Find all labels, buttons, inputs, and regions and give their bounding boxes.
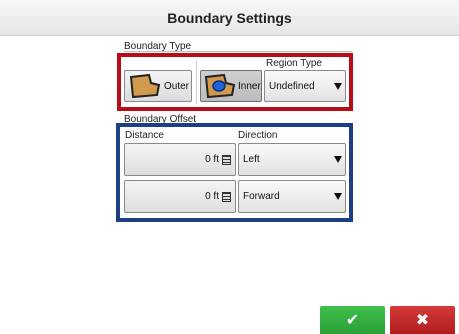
- direction-header: Direction: [238, 130, 278, 141]
- chevron-down-icon: [334, 82, 342, 90]
- direction-select-1[interactable]: Left: [238, 143, 346, 176]
- inner-button-label: Inner: [238, 80, 261, 92]
- ok-button[interactable]: ✔: [320, 306, 385, 334]
- boundary-type-divider: [124, 51, 352, 52]
- direction-select-2[interactable]: Forward: [238, 180, 346, 213]
- keypad-icon: [222, 191, 231, 202]
- page-title: Boundary Settings: [167, 9, 292, 26]
- distance-field-2[interactable]: 0 ft: [124, 180, 236, 213]
- region-type-label: Region Type: [266, 58, 322, 69]
- button-separator: [196, 61, 197, 103]
- cancel-button[interactable]: ✖: [390, 306, 455, 334]
- direction-value-1: Left: [243, 154, 260, 165]
- inner-button[interactable]: Inner: [200, 70, 262, 102]
- checkmark-icon: ✔: [345, 312, 360, 329]
- distance-header: Distance: [125, 130, 164, 141]
- region-type-select[interactable]: Undefined: [264, 70, 346, 102]
- chevron-down-icon: [334, 156, 342, 163]
- distance-field-1[interactable]: 0 ft: [124, 143, 236, 176]
- direction-value-2: Forward: [243, 191, 280, 202]
- inner-boundary-icon: [204, 73, 236, 99]
- close-icon: ✖: [415, 312, 430, 329]
- outer-button[interactable]: Outer: [124, 70, 192, 102]
- title-bar: Boundary Settings: [0, 0, 459, 36]
- distance-value-2: 0 ft: [205, 191, 219, 202]
- outer-boundary-icon: [129, 73, 161, 99]
- chevron-down-icon: [334, 193, 342, 200]
- keypad-icon: [222, 154, 231, 165]
- outer-button-label: Outer: [164, 80, 190, 92]
- distance-value-1: 0 ft: [205, 154, 219, 165]
- region-type-value: Undefined: [269, 80, 315, 92]
